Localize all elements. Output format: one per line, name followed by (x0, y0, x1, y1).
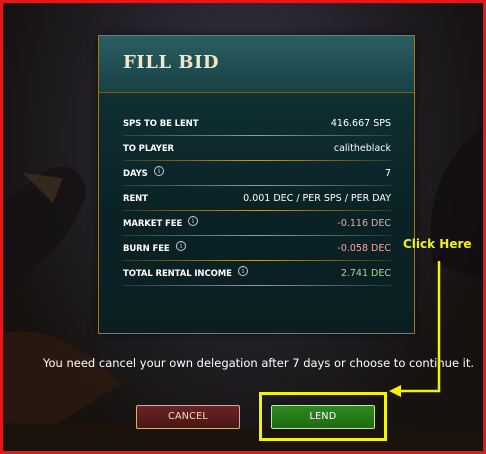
screenshot-frame: FILL BID SPS TO BE LENT 416.667 SPS TO PLA… (0, 0, 486, 454)
annotation-arrow-icon (389, 261, 441, 397)
